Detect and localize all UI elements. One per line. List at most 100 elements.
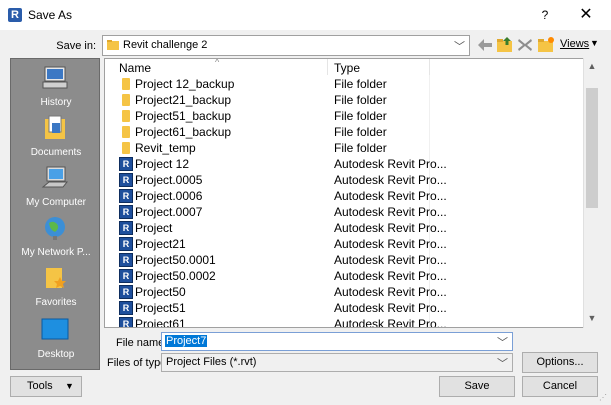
file-row[interactable]: Project51_backup File folder bbox=[105, 108, 585, 124]
file-row[interactable]: Project61_backup File folder bbox=[105, 124, 585, 140]
file-row[interactable]: R Project.0006 Autodesk Revit Pro... bbox=[105, 188, 585, 204]
place-documents[interactable]: Documents bbox=[11, 113, 101, 163]
file-name: Project 12_backup bbox=[135, 77, 235, 91]
file-row[interactable]: R Project50 Autodesk Revit Pro... bbox=[105, 284, 585, 300]
vertical-scrollbar[interactable]: ▲ ▼ bbox=[583, 58, 600, 328]
file-row[interactable]: R Project50.0002 Autodesk Revit Pro... bbox=[105, 268, 585, 284]
file-row[interactable]: R Project51 Autodesk Revit Pro... bbox=[105, 300, 585, 316]
file-name: Project61 bbox=[135, 317, 186, 328]
scroll-down-icon[interactable]: ▼ bbox=[584, 310, 600, 327]
place-label: Desktop bbox=[37, 349, 75, 360]
place-desktop[interactable]: Desktop bbox=[11, 315, 101, 365]
delete-icon[interactable] bbox=[515, 36, 535, 54]
file-name: Project61_backup bbox=[135, 125, 232, 139]
history-icon bbox=[42, 66, 68, 89]
revit-file-icon: R bbox=[119, 173, 133, 187]
file-type: Autodesk Revit Pro... bbox=[334, 237, 447, 251]
file-list[interactable]: Name ^ Type Project 12_backup File folder… bbox=[104, 58, 600, 328]
chevron-down-icon: ▼ bbox=[65, 381, 74, 391]
scroll-up-icon[interactable]: ▲ bbox=[584, 58, 600, 75]
file-row[interactable]: R Project50.0001 Autodesk Revit Pro... bbox=[105, 252, 585, 268]
revit-file-icon: R bbox=[119, 285, 133, 299]
network-icon bbox=[45, 217, 65, 240]
desktop-icon bbox=[41, 318, 69, 340]
revit-file-icon: R bbox=[119, 157, 133, 171]
file-name: Project50.0001 bbox=[135, 253, 216, 267]
column-header-type[interactable]: Type bbox=[334, 61, 360, 75]
folder-icon bbox=[122, 110, 130, 122]
place-favorites[interactable]: Favorites bbox=[11, 263, 101, 313]
help-button[interactable]: ? bbox=[530, 5, 560, 25]
file-name: Project50 bbox=[135, 285, 186, 299]
column-header-row: Name ^ Type bbox=[105, 59, 585, 76]
chevron-down-icon[interactable]: ▼ bbox=[590, 38, 599, 48]
up-folder-icon[interactable] bbox=[495, 36, 515, 54]
file-row[interactable]: R Project 12 Autodesk Revit Pro... bbox=[105, 156, 585, 172]
scroll-thumb[interactable] bbox=[586, 88, 598, 208]
tools-label: Tools bbox=[27, 380, 53, 392]
file-name-value[interactable]: Project7 bbox=[165, 335, 208, 347]
file-row[interactable]: Project 12_backup File folder bbox=[105, 76, 585, 92]
place-label: Documents bbox=[30, 147, 82, 158]
file-type: Autodesk Revit Pro... bbox=[334, 301, 447, 315]
favorites-icon bbox=[46, 268, 66, 288]
file-name: Project.0007 bbox=[135, 205, 203, 219]
resize-grip-icon[interactable]: ⋰ bbox=[599, 393, 607, 402]
cancel-button[interactable]: Cancel bbox=[522, 376, 598, 397]
folder-icon bbox=[107, 40, 119, 50]
file-type: File folder bbox=[334, 141, 387, 155]
back-icon[interactable] bbox=[475, 36, 495, 54]
file-type: Autodesk Revit Pro... bbox=[334, 285, 447, 299]
file-name: Revit_temp bbox=[135, 141, 196, 155]
save-button[interactable]: Save bbox=[439, 376, 515, 397]
column-divider[interactable] bbox=[327, 59, 328, 75]
place-my-network[interactable]: My Network P... bbox=[11, 213, 101, 263]
revit-file-icon: R bbox=[119, 253, 133, 267]
folder-icon bbox=[122, 78, 130, 90]
file-row[interactable]: R Project61 Autodesk Revit Pro... bbox=[105, 316, 585, 328]
file-type: Autodesk Revit Pro... bbox=[334, 205, 447, 219]
file-type: Autodesk Revit Pro... bbox=[334, 221, 447, 235]
file-type: File folder bbox=[334, 77, 387, 91]
folder-icon bbox=[122, 142, 130, 154]
file-name: Project21 bbox=[135, 237, 186, 251]
new-folder-icon[interactable] bbox=[536, 36, 556, 54]
file-name: Project51 bbox=[135, 301, 186, 315]
file-row[interactable]: R Project.0005 Autodesk Revit Pro... bbox=[105, 172, 585, 188]
folder-icon bbox=[122, 94, 130, 106]
file-type: File folder bbox=[334, 93, 387, 107]
documents-icon bbox=[45, 115, 65, 139]
column-header-name[interactable]: Name bbox=[119, 61, 151, 75]
file-type: Autodesk Revit Pro... bbox=[334, 157, 447, 171]
place-label: My Computer bbox=[25, 197, 86, 208]
views-menu[interactable]: Views bbox=[560, 38, 589, 50]
column-divider[interactable] bbox=[429, 59, 430, 75]
file-name: Project 12 bbox=[135, 157, 190, 171]
close-button[interactable]: ✕ bbox=[568, 4, 604, 26]
window-title: Save As bbox=[28, 8, 73, 22]
place-my-computer[interactable]: My Computer bbox=[11, 163, 101, 213]
save-in-label: Save in: bbox=[56, 40, 96, 52]
file-name: Project51_backup bbox=[135, 109, 232, 123]
file-row[interactable]: Revit_temp File folder bbox=[105, 140, 585, 156]
revit-file-icon: R bbox=[119, 221, 133, 235]
file-name-input[interactable]: Project7 ﹀ bbox=[161, 332, 513, 351]
revit-file-icon: R bbox=[119, 269, 133, 283]
tools-button[interactable]: Tools ▼ bbox=[10, 376, 82, 397]
file-type: File folder bbox=[334, 125, 387, 139]
chevron-down-icon[interactable]: ﹀ bbox=[497, 334, 508, 350]
file-row[interactable]: Project21_backup File folder bbox=[105, 92, 585, 108]
files-of-type-value: Project Files (*.rvt) bbox=[166, 356, 257, 368]
revit-file-icon: R bbox=[119, 237, 133, 251]
options-button[interactable]: Options... bbox=[522, 352, 598, 373]
file-type: Autodesk Revit Pro... bbox=[334, 269, 447, 283]
file-row[interactable]: R Project.0007 Autodesk Revit Pro... bbox=[105, 204, 585, 220]
file-type: Autodesk Revit Pro... bbox=[334, 173, 447, 187]
file-row[interactable]: R Project Autodesk Revit Pro... bbox=[105, 220, 585, 236]
files-of-type-dropdown[interactable]: Project Files (*.rvt) ﹀ bbox=[161, 353, 513, 372]
file-type: Autodesk Revit Pro... bbox=[334, 253, 447, 267]
file-name: Project50.0002 bbox=[135, 269, 216, 283]
file-row[interactable]: R Project21 Autodesk Revit Pro... bbox=[105, 236, 585, 252]
place-history[interactable]: History bbox=[11, 63, 101, 113]
save-in-dropdown[interactable]: Revit challenge 2 ﹀ bbox=[102, 35, 470, 56]
